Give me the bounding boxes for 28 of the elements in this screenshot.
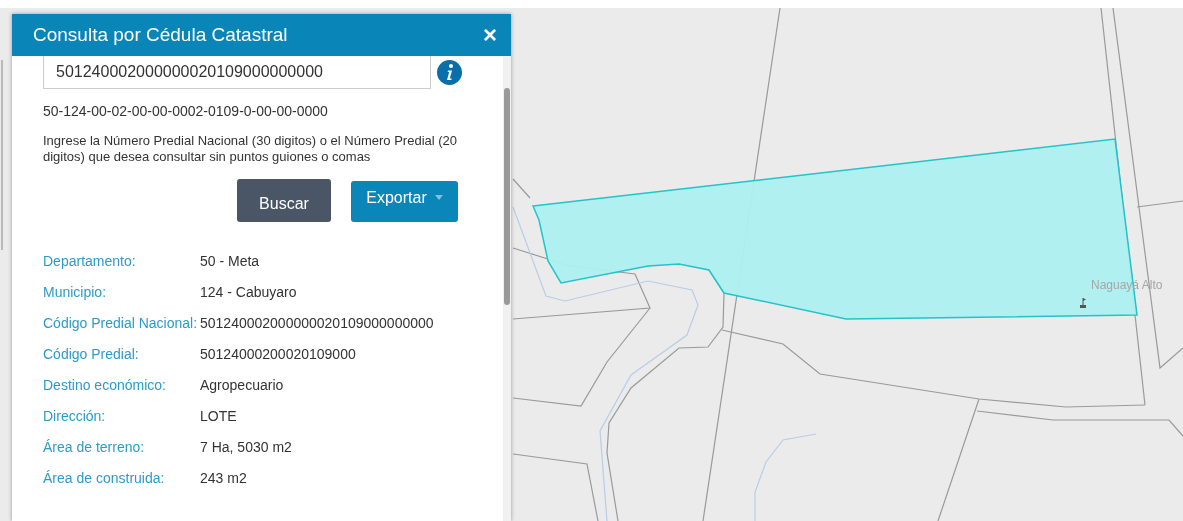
attribute-value: Agropecuario	[200, 376, 284, 393]
panel-title: Consulta por Cédula Catastral	[33, 24, 288, 46]
instructions-text: Ingrese la Número Predial Nacional (30 digitos) o el Número Predial (20 digitos) que desea consultar sin puntos guiones o comas	[43, 133, 459, 165]
export-button[interactable]: Exportar	[351, 181, 458, 222]
search-button[interactable]: Buscar	[237, 179, 331, 222]
attribute-label: Código Predial Nacional:	[43, 314, 198, 331]
attribute-value: 124 - Cabuyaro	[200, 283, 297, 300]
attribute-label: Municipio:	[43, 283, 107, 300]
attribute-label: Departamento:	[43, 252, 136, 269]
attribute-value: 50 - Meta	[200, 252, 260, 269]
attribute-label: Área de construida:	[43, 469, 165, 486]
attribute-label: Área de terreno:	[43, 438, 145, 455]
attribute-value: 50124000200020109000	[200, 345, 356, 362]
formatted-code: 50-124-00-02-00-00-0002-0109-0-00-00-0000	[43, 103, 329, 119]
info-icon[interactable]	[437, 59, 462, 85]
caret-icon	[434, 195, 443, 200]
attribute-label: Código Predial:	[43, 345, 139, 362]
attribute-value: 243 m2	[200, 469, 247, 486]
close-button[interactable]: ×	[483, 23, 497, 47]
attribute-value: 7 Ha, 5030 m2	[200, 438, 292, 455]
attribute-value: LOTE	[200, 407, 237, 424]
attribute-value: 501240002000000020109000000000	[200, 314, 434, 331]
attribute-label: Dirección:	[43, 407, 106, 424]
scrollbar[interactable]	[503, 56, 511, 521]
cadastral-code-field[interactable]: 501240002000000020109000000000	[43, 56, 431, 89]
parcel-shape[interactable]	[531, 138, 1138, 320]
attribute-label: Destino económico:	[43, 376, 166, 393]
marker-icon	[1080, 297, 1086, 308]
